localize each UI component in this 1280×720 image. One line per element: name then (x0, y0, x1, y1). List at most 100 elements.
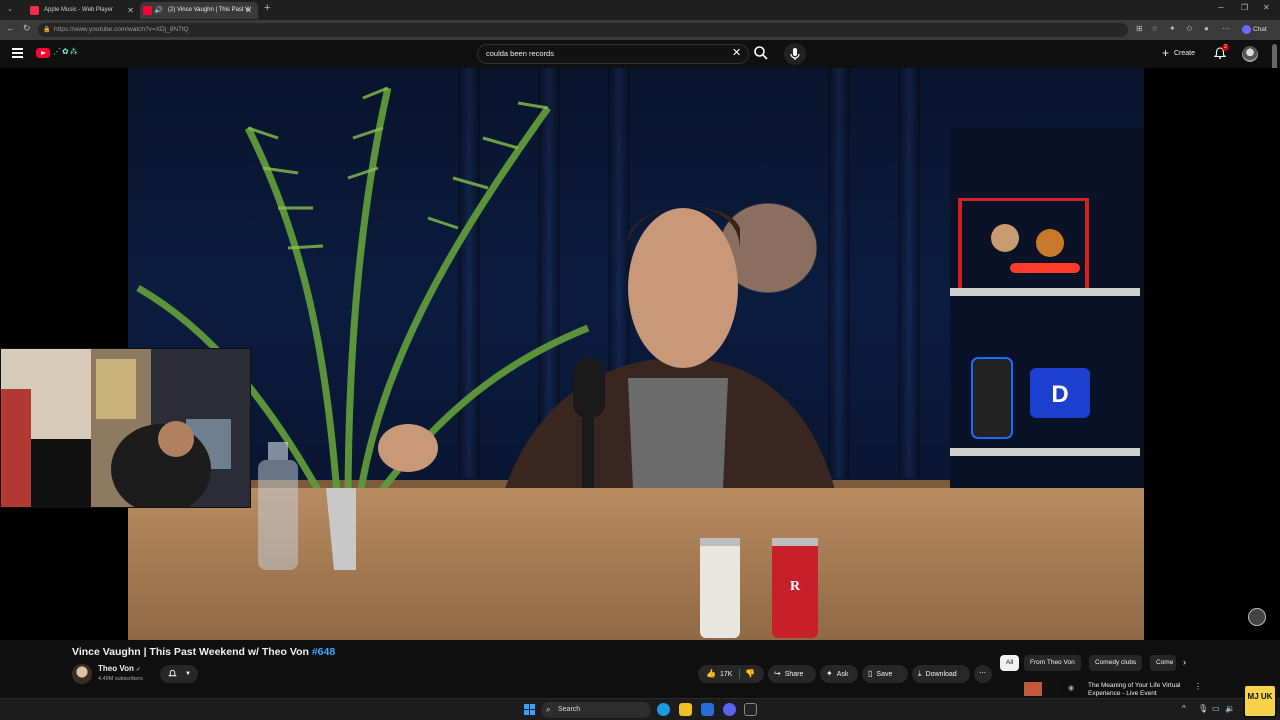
save-button[interactable]: ▯ Save (862, 665, 908, 683)
save-label: Save (876, 671, 893, 678)
more-options-icon[interactable]: ⋯ (1222, 24, 1230, 33)
video-frame[interactable]: D R (128, 68, 1144, 640)
discord-icon[interactable] (723, 703, 736, 716)
create-label: Create (1174, 50, 1196, 57)
download-button[interactable]: ⤓ Download (912, 665, 970, 683)
microphone-icon (790, 48, 800, 60)
channel-avatar[interactable] (72, 664, 92, 684)
download-icon: ⤓ (918, 669, 922, 678)
notification-count-badge: 2 (1222, 44, 1229, 51)
account-avatar[interactable] (1242, 46, 1258, 62)
video-title-text: Vince Vaughn | This Past Weekend w/ Theo… (72, 646, 312, 658)
channel-name[interactable]: Theo Von ✓ (98, 664, 141, 673)
thumbs-down-icon[interactable]: 👎 (745, 665, 755, 683)
edge-icon[interactable] (657, 703, 670, 716)
mail-icon[interactable] (701, 703, 714, 716)
close-tab-icon[interactable]: ✕ (245, 2, 252, 19)
extensions-icon[interactable]: ✦ (1169, 24, 1176, 33)
speaker-icon[interactable]: 🔊 (154, 2, 163, 19)
bookmark-icon: ▯ (868, 669, 873, 678)
network-icon[interactable]: ▭ (1212, 704, 1220, 713)
youtube-logo-icon[interactable] (36, 48, 50, 58)
like-count: 17K (719, 671, 733, 678)
file-explorer-icon[interactable] (679, 703, 692, 716)
streamer-logo-image: MJ UK (1243, 684, 1277, 718)
browser-tab-strip: ⌄ Apple Music - Web Player ✕ 🔊 (2) Vince… (0, 0, 1280, 20)
clear-search-icon[interactable]: ✕ (732, 46, 741, 59)
back-icon[interactable]: ← (6, 23, 15, 33)
share-icon: ↪ (774, 669, 781, 678)
profile-icon[interactable]: ● (1204, 24, 1209, 33)
copilot-icon (1242, 24, 1251, 34)
lock-icon: 🔒 (43, 27, 51, 33)
new-tab-icon[interactable]: + (264, 2, 270, 14)
chip-all[interactable]: All (1000, 655, 1020, 671)
share-label: Share (784, 671, 804, 678)
volume-icon[interactable]: 🔉 (1225, 704, 1235, 713)
ask-label: Ask (836, 671, 849, 678)
minimize-icon[interactable]: ─ (1218, 3, 1224, 12)
tab-title: Apple Music - Web Player (44, 7, 113, 13)
address-bar-row: ← ↻ 🔒 https://www.youtube.com/watch?v=XD… (0, 20, 1280, 40)
create-button[interactable]: Create (1160, 45, 1204, 62)
tab-apple-music[interactable]: Apple Music - Web Player ✕ (20, 2, 140, 19)
ask-button[interactable]: ✦ Ask (820, 665, 858, 683)
svg-text:R: R (790, 579, 801, 594)
video-player[interactable]: D R (0, 68, 1280, 640)
chat-label: Chat (1253, 26, 1267, 33)
sparkle-icon: ✦ (826, 669, 833, 678)
more-icon: ⋯ (979, 670, 986, 677)
subscription-bell-button[interactable]: ▼ (160, 665, 198, 683)
url-text: https://www.youtube.com/watch?v=XDj_8N7t… (54, 26, 189, 33)
episode-hashtag-link[interactable]: #648 (312, 646, 335, 658)
copilot-chat-button[interactable]: Chat (1242, 23, 1267, 37)
chevron-right-icon[interactable]: › (1183, 657, 1186, 667)
chip-from-theo-von[interactable]: From Theo Von (1024, 655, 1081, 671)
restore-icon[interactable]: ❐ (1241, 3, 1248, 12)
more-actions-button[interactable]: ⋯ (974, 665, 992, 683)
app-available-icon[interactable]: ⊞ (1136, 24, 1143, 33)
voice-search-button[interactable] (784, 43, 806, 65)
microphone-tray-icon[interactable]: 🎙 (1198, 704, 1208, 713)
channel-name-text: Theo Von (98, 664, 134, 673)
url-field[interactable]: 🔒 https://www.youtube.com/watch?v=XDj_8N… (38, 23, 1128, 37)
drink-cans-image: R (700, 538, 818, 638)
related-video-title[interactable]: The Meaning of Your Life Virtual Experie… (1088, 682, 1188, 698)
search-icon[interactable] (753, 45, 769, 61)
apple-music-favicon-icon (30, 6, 39, 15)
youtube-header: ⋰✿⁂ coulda been records ✕ Create 2 (0, 40, 1280, 68)
refresh-icon[interactable]: ↻ (23, 23, 31, 34)
pen-app-icon[interactable] (744, 703, 757, 716)
chip-comedy[interactable]: Come (1150, 655, 1176, 671)
channel-watermark-icon[interactable] (1248, 608, 1266, 626)
download-label: Download (925, 671, 957, 678)
favorites-icon[interactable]: ✩ (1186, 24, 1193, 33)
search-query: coulda been records (486, 49, 554, 58)
favorite-star-icon[interactable]: ☆ (1151, 24, 1158, 33)
search-input[interactable]: coulda been records (477, 44, 749, 64)
like-button[interactable]: 👍 17K 👎 (698, 665, 764, 683)
tab-actions-menu-icon[interactable]: ⌄ (4, 4, 16, 16)
related-more-icon[interactable]: ⋮ (1194, 682, 1202, 691)
chevron-down-icon: ▼ (185, 671, 191, 677)
youtube-doodle-icon[interactable]: ⋰✿⁂ (53, 47, 79, 56)
subscriber-count: 4.49M subscribers (98, 676, 143, 682)
hamburger-menu-icon[interactable] (12, 48, 23, 58)
taskbar-search[interactable]: ⌕ Search (541, 702, 651, 718)
webcam-overlay-image (0, 348, 251, 508)
live-indicator-icon: ◉ (1068, 685, 1075, 692)
youtube-favicon-icon (143, 6, 152, 15)
close-tab-icon[interactable]: ✕ (127, 2, 134, 19)
windows-start-icon[interactable] (524, 704, 535, 715)
verified-icon: ✓ (135, 667, 141, 673)
close-window-icon[interactable]: ✕ (1263, 3, 1270, 12)
share-button[interactable]: ↪ Share (768, 665, 816, 683)
tab-youtube-active[interactable]: 🔊 (2) Vince Vaughn | This Past W ✕ (140, 2, 258, 19)
logo-text: MJ UK (1247, 692, 1273, 701)
chip-comedy-clubs[interactable]: Comedy clubs (1089, 655, 1143, 671)
svg-text:D: D (1051, 381, 1068, 408)
related-video-thumbnail[interactable] (1000, 682, 1060, 696)
tray-overflow-icon[interactable]: ^ (1182, 704, 1186, 713)
windows-taskbar: ⌕ Search ^ 🎙 ▭ 🔉 (0, 698, 1280, 720)
water-bottle-and-cup-image (258, 442, 356, 570)
